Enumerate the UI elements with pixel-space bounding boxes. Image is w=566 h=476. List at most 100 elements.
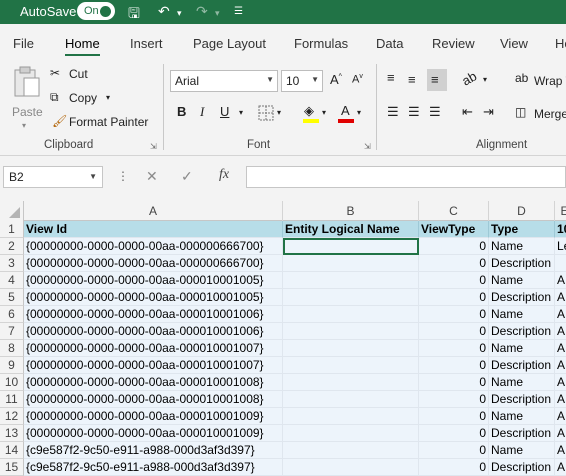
cell-entity-logical-name[interactable] [283, 391, 419, 408]
header-cell-view-id[interactable]: View Id [24, 221, 283, 238]
font-size-select[interactable]: 10 ▼ [281, 70, 323, 92]
tab-home[interactable]: Home [65, 36, 100, 56]
cell-type[interactable]: Name [489, 442, 555, 459]
more-options-icon[interactable]: ⋮ [117, 169, 129, 183]
undo-icon[interactable]: ↶ [158, 3, 170, 20]
cell-entity-logical-name[interactable] [283, 272, 419, 289]
cell-type[interactable]: Description [489, 425, 555, 442]
cell-viewtype[interactable]: 0 [419, 391, 489, 408]
cell-entity-logical-name[interactable] [283, 306, 419, 323]
cell-type[interactable]: Name [489, 238, 555, 255]
select-all-corner[interactable] [0, 201, 24, 221]
tab-page-layout[interactable]: Page Layout [193, 36, 266, 51]
font-name-select[interactable]: Arial ▼ [170, 70, 278, 92]
orientation-dropdown-icon[interactable]: ▾ [483, 75, 487, 84]
bold-button[interactable]: B [177, 104, 186, 119]
format-painter-button[interactable]: Format Painter [69, 115, 148, 129]
cell-type[interactable]: Description [489, 289, 555, 306]
cell-entity-logical-name[interactable] [283, 323, 419, 340]
row-number[interactable]: 3 [0, 255, 24, 272]
undo-dropdown-icon[interactable]: ▾ [177, 8, 182, 19]
row-number[interactable]: 11 [0, 391, 24, 408]
formula-input[interactable] [246, 166, 566, 188]
cell-e[interactable]: A [555, 408, 566, 425]
align-center-icon[interactable]: ☰ [408, 104, 420, 120]
cell-view-id[interactable]: {c9e587f2-9c50-e911-a988-000d3af3d397} [24, 442, 283, 459]
cell-entity-logical-name[interactable] [283, 289, 419, 306]
column-header-a[interactable]: A [24, 201, 283, 221]
name-box[interactable]: B2 ▼ [3, 166, 103, 188]
decrease-indent-icon[interactable]: ⇤ [462, 104, 473, 120]
cell-viewtype[interactable]: 0 [419, 340, 489, 357]
row-number[interactable]: 8 [0, 340, 24, 357]
cell-viewtype[interactable]: 0 [419, 459, 489, 476]
cell-view-id[interactable]: {c9e587f2-9c50-e911-a988-000d3af3d397} [24, 459, 283, 476]
row-number[interactable]: 14 [0, 442, 24, 459]
tab-review[interactable]: Review [432, 36, 475, 51]
cell-view-id[interactable]: {00000000-0000-0000-00aa-000000666700} [24, 238, 283, 255]
header-cell-type[interactable]: Type [489, 221, 555, 238]
column-header-d[interactable]: D [489, 201, 555, 221]
merge-button[interactable]: Merge [534, 107, 566, 121]
cell-e[interactable]: A [555, 306, 566, 323]
align-left-icon[interactable]: ☰ [387, 104, 399, 120]
cell-view-id[interactable]: {00000000-0000-0000-00aa-000010001005} [24, 289, 283, 306]
clipboard-launcher-icon[interactable]: ⇲ [150, 142, 157, 151]
tab-help[interactable]: He [555, 36, 566, 51]
cell-e[interactable]: A [555, 289, 566, 306]
cancel-icon[interactable]: ✕ [146, 168, 158, 185]
header-cell-e[interactable]: 10 [555, 221, 566, 238]
column-header-c[interactable]: C [419, 201, 489, 221]
row-number[interactable]: 12 [0, 408, 24, 425]
redo-dropdown-icon[interactable]: ▾ [215, 8, 220, 19]
row-number[interactable]: 9 [0, 357, 24, 374]
cell-viewtype[interactable]: 0 [419, 238, 489, 255]
cell-type[interactable]: Name [489, 374, 555, 391]
borders-dropdown-icon[interactable]: ▾ [277, 108, 281, 117]
tab-file[interactable]: File [13, 36, 34, 51]
cell-type[interactable]: Description [489, 255, 555, 272]
column-header-b[interactable]: B [283, 201, 419, 221]
cell-view-id[interactable]: {00000000-0000-0000-00aa-000010001007} [24, 340, 283, 357]
cell-e[interactable]: A [555, 425, 566, 442]
fill-color-button[interactable]: ◈ [303, 103, 319, 123]
cell-type[interactable]: Description [489, 459, 555, 476]
increase-indent-icon[interactable]: ⇥ [483, 104, 494, 120]
underline-button[interactable]: U [220, 104, 229, 119]
cell-view-id[interactable]: {00000000-0000-0000-00aa-000000666700} [24, 255, 283, 272]
copy-button[interactable]: Copy [69, 91, 97, 105]
cell-e[interactable] [555, 255, 566, 272]
cell-viewtype[interactable]: 0 [419, 306, 489, 323]
copy-dropdown-icon[interactable]: ▾ [106, 93, 110, 102]
cell-e[interactable]: A [555, 459, 566, 476]
cell-e[interactable]: A [555, 374, 566, 391]
cell-entity-logical-name[interactable] [283, 459, 419, 476]
wrap-text-button[interactable]: Wrap T [534, 74, 566, 88]
cell-viewtype[interactable]: 0 [419, 442, 489, 459]
cell-entity-logical-name[interactable] [283, 408, 419, 425]
increase-font-size-icon[interactable]: A^ [330, 72, 342, 87]
font-color-button[interactable]: A [338, 103, 354, 123]
header-cell-entity-logical-name[interactable]: Entity Logical Name [283, 221, 419, 238]
cell-entity-logical-name[interactable] [283, 340, 419, 357]
cell-viewtype[interactable]: 0 [419, 255, 489, 272]
cell-type[interactable]: Name [489, 272, 555, 289]
row-number[interactable]: 15 [0, 459, 24, 476]
row-number[interactable]: 7 [0, 323, 24, 340]
paste-button[interactable]: Paste ▾ [8, 66, 44, 136]
align-right-icon[interactable]: ☰ [429, 104, 441, 120]
cell-type[interactable]: Name [489, 408, 555, 425]
font-color-dropdown-icon[interactable]: ▾ [357, 108, 361, 117]
font-launcher-icon[interactable]: ⇲ [364, 142, 371, 151]
row-number[interactable]: 5 [0, 289, 24, 306]
cell-e[interactable]: A [555, 391, 566, 408]
tab-insert[interactable]: Insert [130, 36, 163, 51]
autosave-toggle[interactable]: On [77, 2, 115, 20]
cell-type[interactable]: Description [489, 357, 555, 374]
cell-type[interactable]: Name [489, 340, 555, 357]
cell-e[interactable]: A [555, 272, 566, 289]
align-middle-icon[interactable]: ≡ [408, 72, 416, 87]
cell-e[interactable]: A [555, 357, 566, 374]
decrease-font-size-icon[interactable]: Av [352, 73, 363, 86]
redo-icon[interactable]: ↷ [196, 3, 208, 20]
